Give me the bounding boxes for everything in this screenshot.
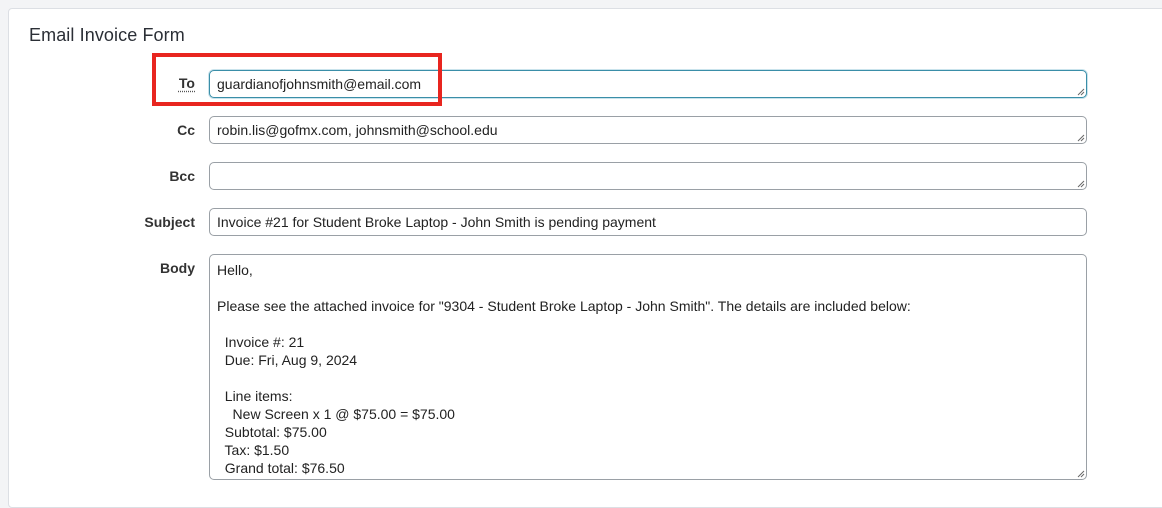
- email-invoice-panel: Email Invoice Form To guardianofjohnsmit…: [8, 8, 1162, 508]
- body-line: New Screen x 1 @ $75.00 = $75.00: [217, 406, 455, 422]
- cc-label: Cc: [177, 122, 195, 138]
- body-line: Line items:: [217, 388, 293, 404]
- body-label: Body: [160, 260, 195, 276]
- cc-field[interactable]: robin.lis@gofmx.com, johnsmith@school.ed…: [209, 116, 1087, 144]
- body-line: [217, 315, 1079, 333]
- resize-grip-icon[interactable]: [1075, 178, 1085, 188]
- body-line: Tax: $1.50: [217, 442, 290, 458]
- body-line: Due: Fri, Aug 9, 2024: [217, 352, 358, 368]
- resize-grip-icon[interactable]: [1075, 86, 1085, 96]
- resize-grip-icon[interactable]: [1075, 468, 1085, 478]
- to-label: To: [178, 75, 195, 91]
- to-field-value: guardianofjohnsmith@email.com: [217, 76, 422, 92]
- subject-field-value: Invoice #21 for Student Broke Laptop - J…: [217, 214, 656, 230]
- body-line: Hello,: [217, 262, 253, 278]
- body-line: Grand total: $76.50: [217, 460, 345, 476]
- body-line: Subtotal: $75.00: [217, 424, 327, 440]
- body-textarea[interactable]: Hello, Please see the attached invoice f…: [209, 254, 1087, 480]
- body-line: [217, 279, 1079, 297]
- bcc-field[interactable]: [209, 162, 1087, 190]
- subject-label: Subject: [144, 214, 195, 230]
- body-line: Please see the attached invoice for "930…: [217, 298, 911, 314]
- bcc-label: Bcc: [169, 168, 195, 184]
- cc-field-value: robin.lis@gofmx.com, johnsmith@school.ed…: [217, 122, 498, 138]
- subject-field[interactable]: Invoice #21 for Student Broke Laptop - J…: [209, 208, 1087, 236]
- form-title: Email Invoice Form: [29, 25, 185, 45]
- body-line: Invoice #: 21: [217, 334, 305, 350]
- resize-grip-icon[interactable]: [1075, 132, 1085, 142]
- to-field[interactable]: guardianofjohnsmith@email.com: [209, 70, 1087, 98]
- body-line: [217, 369, 1079, 387]
